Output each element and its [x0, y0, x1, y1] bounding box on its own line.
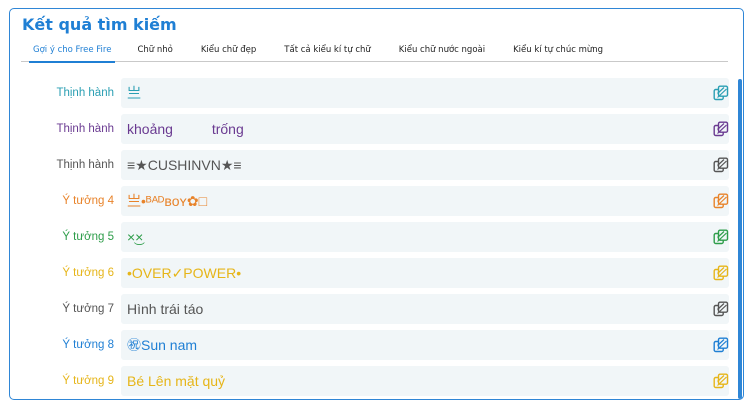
- result-row: Thịnh hành 亗: [10, 78, 743, 108]
- result-text[interactable]: ㊗Sun nam: [127, 330, 197, 360]
- copy-icon[interactable]: [713, 157, 729, 173]
- result-box[interactable]: ㊗Sun nam: [121, 330, 729, 360]
- result-text[interactable]: 亗: [127, 78, 141, 108]
- tab-foreign-fonts[interactable]: Kiểu chữ nước ngoài: [395, 42, 489, 61]
- result-row: Thịnh hành ≡★CUSHINVN★≡: [10, 150, 743, 180]
- result-label: Thịnh hành: [56, 87, 114, 99]
- result-text[interactable]: ×͜×: [127, 222, 143, 252]
- page-title: Kết quả tìm kiếm: [22, 15, 177, 34]
- copy-icon[interactable]: [713, 301, 729, 317]
- result-box[interactable]: •OVER✓POWER•: [121, 258, 729, 288]
- copy-icon[interactable]: [713, 121, 729, 137]
- result-box[interactable]: Bé Lên mặt quỷ: [121, 366, 729, 396]
- result-text[interactable]: •OVER✓POWER•: [127, 258, 241, 288]
- search-results-panel: Kết quả tìm kiếm Gợi ý cho Free Fire Chữ…: [9, 8, 744, 400]
- result-box[interactable]: ×͜×: [121, 222, 729, 252]
- result-label: Ý tưởng 5: [62, 231, 114, 243]
- result-label: Ý tưởng 6: [62, 267, 114, 279]
- copy-icon[interactable]: [713, 193, 729, 209]
- result-row: Ý tưởng 7 Hình trái táo: [10, 294, 743, 324]
- result-label: Ý tưởng 8: [62, 339, 114, 351]
- copy-icon[interactable]: [713, 337, 729, 353]
- result-row: Ý tưởng 8 ㊗Sun nam: [10, 330, 743, 360]
- result-text[interactable]: khoảng trống: [127, 114, 244, 144]
- result-label: Thịnh hành: [56, 123, 114, 135]
- result-text[interactable]: Hình trái táo: [127, 294, 203, 324]
- result-label: Ý tưởng 9: [62, 375, 114, 387]
- result-box[interactable]: Hình trái táo: [121, 294, 729, 324]
- result-row: Ý tưởng 5 ×͜×: [10, 222, 743, 252]
- copy-icon[interactable]: [713, 229, 729, 245]
- result-label: Ý tưởng 4: [62, 195, 114, 207]
- result-text[interactable]: ≡★CUSHINVN★≡: [127, 150, 242, 180]
- result-row: Ý tưởng 6 •OVER✓POWER•: [10, 258, 743, 288]
- result-label: Thịnh hành: [56, 159, 114, 171]
- result-box[interactable]: 亗: [121, 78, 729, 108]
- result-box[interactable]: khoảng trống: [121, 114, 729, 144]
- result-row: Ý tưởng 4 亗•ᴮᴬᴰʙᴏʏ✿□: [10, 186, 743, 216]
- result-row: Thịnh hành khoảng trống: [10, 114, 743, 144]
- copy-icon[interactable]: [713, 85, 729, 101]
- tab-pretty-fonts[interactable]: Kiểu chữ đẹp: [197, 42, 260, 61]
- result-text[interactable]: 亗•ᴮᴬᴰʙᴏʏ✿□: [127, 186, 207, 216]
- copy-icon[interactable]: [713, 265, 729, 281]
- tab-bar: Gợi ý cho Free Fire Chữ nhỏ Kiểu chữ đẹp…: [21, 42, 728, 63]
- tab-free-fire[interactable]: Gợi ý cho Free Fire: [29, 42, 116, 63]
- result-box[interactable]: 亗•ᴮᴬᴰʙᴏʏ✿□: [121, 186, 729, 216]
- scrollbar[interactable]: [738, 79, 742, 399]
- tab-all-characters[interactable]: Tất cả kiểu kí tự chữ: [280, 42, 374, 61]
- result-label: Ý tưởng 7: [62, 303, 114, 315]
- copy-icon[interactable]: [713, 373, 729, 389]
- result-text[interactable]: Bé Lên mặt quỷ: [127, 366, 225, 396]
- tab-greeting-characters[interactable]: Kiểu kí tự chúc mừng: [509, 42, 607, 61]
- result-box[interactable]: ≡★CUSHINVN★≡: [121, 150, 729, 180]
- tab-small-text[interactable]: Chữ nhỏ: [133, 42, 176, 61]
- result-row: Ý tưởng 9 Bé Lên mặt quỷ: [10, 366, 743, 396]
